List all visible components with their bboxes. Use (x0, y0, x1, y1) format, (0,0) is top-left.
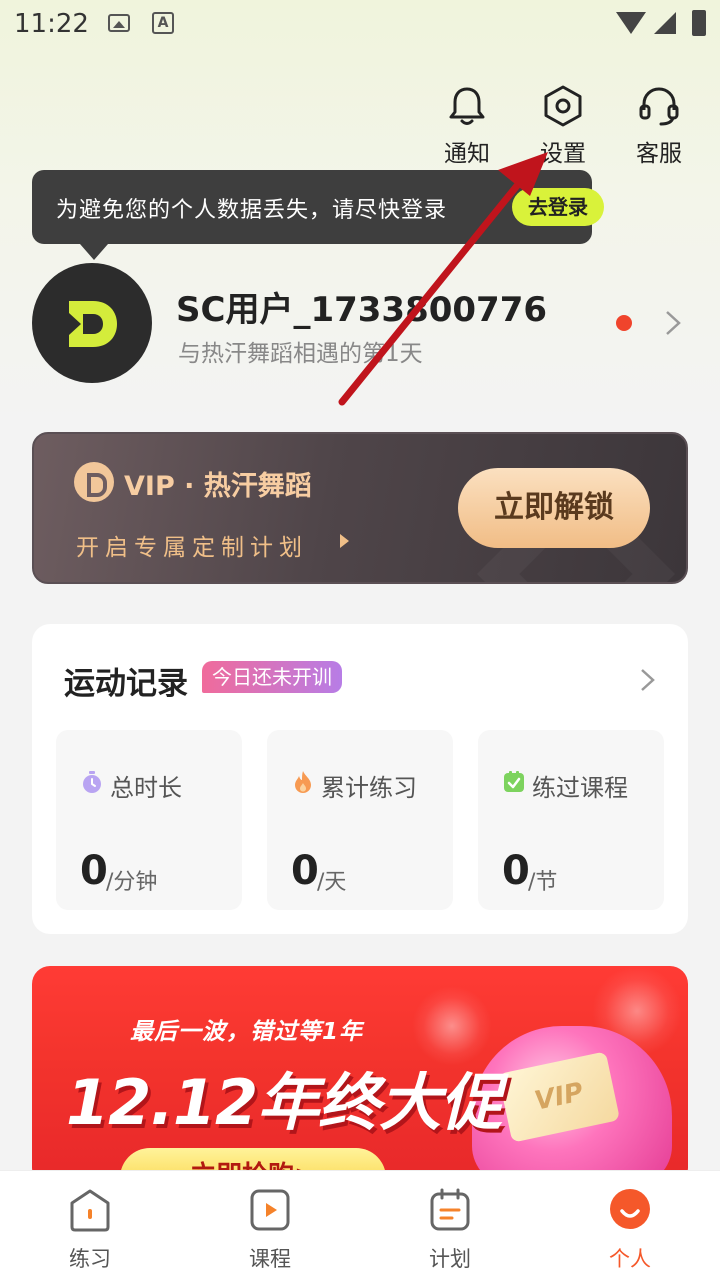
play-icon (250, 1189, 290, 1231)
nav-item-profile[interactable]: 个人 (580, 1187, 680, 1273)
annotation-arrow (338, 152, 548, 406)
nav-label: 个人 (609, 1247, 651, 1271)
bottom-nav: 练习 课程 计划 个人 (0, 1170, 720, 1280)
home-icon (70, 1189, 110, 1232)
nav-item-courses[interactable]: 课程 (220, 1187, 320, 1273)
nav-item-practice[interactable]: 练习 (40, 1187, 140, 1273)
nav-item-plan[interactable]: 计划 (400, 1187, 500, 1273)
nav-label: 练习 (69, 1247, 111, 1271)
calendar-icon (430, 1188, 470, 1231)
nav-label: 计划 (429, 1247, 471, 1271)
profile-icon (610, 1189, 650, 1229)
nav-label: 课程 (249, 1247, 291, 1271)
